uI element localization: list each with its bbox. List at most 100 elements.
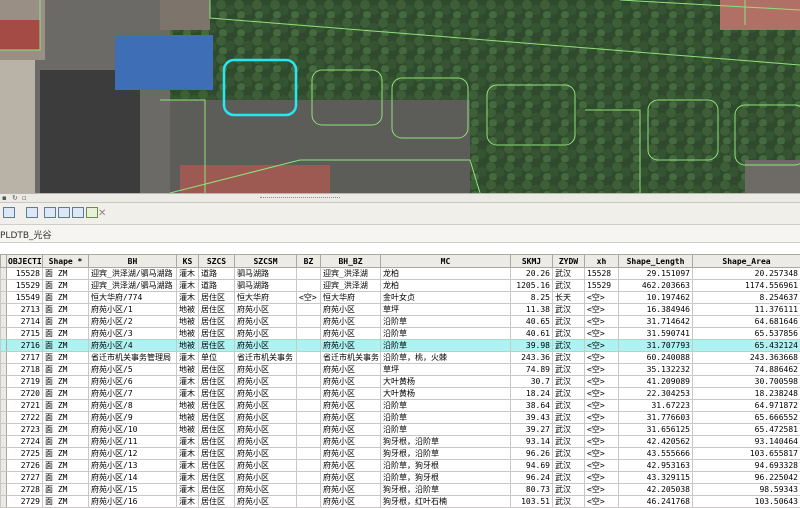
table-cell[interactable]: 武汉: [553, 268, 585, 280]
table-cell[interactable]: <空>: [585, 400, 619, 412]
table-cell[interactable]: 103.51: [511, 496, 553, 508]
table-cell[interactable]: 30.7: [511, 376, 553, 388]
table-cell[interactable]: 府苑小区: [321, 448, 381, 460]
table-cell[interactable]: 恒大华府: [235, 292, 297, 304]
table-cell[interactable]: 64.681646: [693, 316, 800, 328]
table-cell[interactable]: 居住区: [199, 328, 235, 340]
table-cell[interactable]: 地被: [177, 328, 199, 340]
table-cell[interactable]: 金叶女贞: [381, 292, 511, 304]
table-cell[interactable]: 80.73: [511, 484, 553, 496]
table-cell[interactable]: 2725: [7, 448, 43, 460]
splitter-grip[interactable]: [260, 197, 340, 200]
table-cell[interactable]: <空>: [585, 472, 619, 484]
table-cell[interactable]: 面 ZM: [43, 412, 89, 424]
table-cell[interactable]: 武汉: [553, 496, 585, 508]
table-cell[interactable]: [297, 304, 321, 316]
table-cell[interactable]: <空>: [585, 484, 619, 496]
table-cell[interactable]: 省迁市机关事务管理局: [89, 352, 177, 364]
table-cell[interactable]: 64.971872: [693, 400, 800, 412]
table-cell[interactable]: 府苑小区: [235, 340, 297, 352]
table-row[interactable]: 15529面 ZM迎宾_洪泽湖/驷马湖路灌木道路驷马湖路迎宾_洪泽湖龙柏1205…: [1, 280, 800, 292]
table-cell[interactable]: <空>: [585, 388, 619, 400]
table-cell[interactable]: 驷马湖路: [235, 268, 297, 280]
table-row[interactable]: 2725面 ZM府苑小区/12灌木居住区府苑小区府苑小区狗牙根，沿阶草96.26…: [1, 448, 800, 460]
table-cell[interactable]: 42.420562: [619, 436, 693, 448]
table-cell[interactable]: 府苑小区: [321, 412, 381, 424]
table-cell[interactable]: 面 ZM: [43, 400, 89, 412]
table-cell[interactable]: [297, 448, 321, 460]
table-row[interactable]: 2722面 ZM府苑小区/9地被居住区府苑小区府苑小区沿阶草39.43武汉<空>…: [1, 412, 800, 424]
table-cell[interactable]: 2724: [7, 436, 43, 448]
table-cell[interactable]: 面 ZM: [43, 448, 89, 460]
table-row[interactable]: 15528面 ZM迎宾_洪泽湖/驷马湖路灌木道路驷马湖路迎宾_洪泽湖龙柏20.2…: [1, 268, 800, 280]
table-cell[interactable]: 2720: [7, 388, 43, 400]
table-cell[interactable]: 面 ZM: [43, 268, 89, 280]
table-cell[interactable]: <空>: [585, 460, 619, 472]
table-cell[interactable]: 31.67223: [619, 400, 693, 412]
table-cell[interactable]: 65.537856: [693, 328, 800, 340]
table-cell[interactable]: 沿阶草: [381, 424, 511, 436]
table-cell[interactable]: 沿阶草，狗牙根: [381, 472, 511, 484]
table-cell[interactable]: [297, 472, 321, 484]
table-cell[interactable]: 98.59343: [693, 484, 800, 496]
table-cell[interactable]: 沿阶草: [381, 400, 511, 412]
table-cell[interactable]: 沿阶草，狗牙根: [381, 460, 511, 472]
table-cell[interactable]: 府苑小区: [321, 496, 381, 508]
table-cell[interactable]: 41.209089: [619, 376, 693, 388]
table-cell[interactable]: 迎宾_洪泽湖/驷马湖路: [89, 268, 177, 280]
table-row[interactable]: 2718面 ZM府苑小区/5地被居住区府苑小区府苑小区草坪74.89武汉<空>3…: [1, 364, 800, 376]
table-cell[interactable]: 2716: [7, 340, 43, 352]
table-cell[interactable]: 狗牙根，沿阶草: [381, 448, 511, 460]
column-header[interactable]: MC: [381, 255, 511, 268]
table-cell[interactable]: 60.240088: [619, 352, 693, 364]
table-cell[interactable]: 府苑小区/13: [89, 460, 177, 472]
table-cell[interactable]: 府苑小区/4: [89, 340, 177, 352]
table-cell[interactable]: 31.776603: [619, 412, 693, 424]
column-header[interactable]: ZYDW: [553, 255, 585, 268]
table-cell[interactable]: 府苑小区: [235, 400, 297, 412]
table-cell[interactable]: [297, 376, 321, 388]
table-cell[interactable]: 武汉: [553, 340, 585, 352]
table-cell[interactable]: 狗牙根，沿阶草: [381, 436, 511, 448]
table-cell[interactable]: 2713: [7, 304, 43, 316]
table-cell[interactable]: 府苑小区: [321, 460, 381, 472]
table-cell[interactable]: <空>: [297, 292, 321, 304]
table-cell[interactable]: 18.238248: [693, 388, 800, 400]
table-cell[interactable]: 驷马湖路: [235, 280, 297, 292]
table-cell[interactable]: 243.363668: [693, 352, 800, 364]
table-cell[interactable]: 地被: [177, 424, 199, 436]
table-cell[interactable]: 39.98: [511, 340, 553, 352]
table-cell[interactable]: 43.329115: [619, 472, 693, 484]
table-cell[interactable]: 2717: [7, 352, 43, 364]
table-cell[interactable]: 武汉: [553, 424, 585, 436]
table-cell[interactable]: <空>: [585, 304, 619, 316]
table-cell[interactable]: 2723: [7, 424, 43, 436]
table-cell[interactable]: 居住区: [199, 424, 235, 436]
pin-icon[interactable]: ▪: [2, 195, 10, 202]
table-cell[interactable]: 府苑小区: [235, 424, 297, 436]
table-cell[interactable]: 96.24: [511, 472, 553, 484]
table-cell[interactable]: 31.590741: [619, 328, 693, 340]
table-cell[interactable]: 65.472581: [693, 424, 800, 436]
table-cell[interactable]: 沿阶草，桃，火棘: [381, 352, 511, 364]
table-cell[interactable]: 93.14: [511, 436, 553, 448]
map-view[interactable]: [0, 0, 800, 193]
table-cell[interactable]: 大叶黄杨: [381, 388, 511, 400]
table-cell[interactable]: 府苑小区: [321, 328, 381, 340]
table-cell[interactable]: 府苑小区: [235, 484, 297, 496]
table-cell[interactable]: 面 ZM: [43, 304, 89, 316]
table-cell[interactable]: 迎宾_洪泽湖: [321, 268, 381, 280]
table-row[interactable]: 2729面 ZM府苑小区/16灌木居住区府苑小区府苑小区狗牙根，红叶石楠103.…: [1, 496, 800, 508]
table-cell[interactable]: 武汉: [553, 280, 585, 292]
table-cell[interactable]: 居住区: [199, 400, 235, 412]
table-cell[interactable]: [297, 352, 321, 364]
table-cell[interactable]: 府苑小区: [321, 436, 381, 448]
table-cell[interactable]: 96.225042: [693, 472, 800, 484]
table-cell[interactable]: 灌木: [177, 268, 199, 280]
table-cell[interactable]: 府苑小区: [235, 448, 297, 460]
table-options-icon[interactable]: [3, 207, 17, 220]
table-cell[interactable]: 武汉: [553, 364, 585, 376]
table-cell[interactable]: 46.241768: [619, 496, 693, 508]
clear-selection-icon[interactable]: [72, 207, 86, 220]
table-cell[interactable]: 灌木: [177, 388, 199, 400]
